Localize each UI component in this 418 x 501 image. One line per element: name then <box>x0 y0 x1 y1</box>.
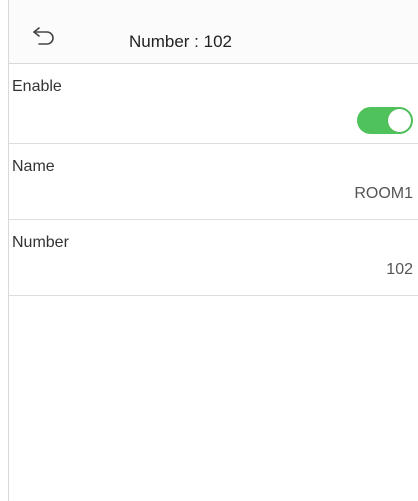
name-value: ROOM1 <box>354 185 413 202</box>
header-bar: Number : 102 <box>9 0 418 64</box>
number-row[interactable]: Number 102 <box>9 220 418 296</box>
enable-row[interactable]: Enable <box>9 64 418 144</box>
number-label: Number <box>12 234 69 251</box>
enable-label: Enable <box>12 78 62 95</box>
page-title: Number : 102 <box>129 32 232 51</box>
toggle-knob <box>388 109 411 132</box>
enable-toggle[interactable] <box>357 107 413 134</box>
name-row[interactable]: Name ROOM1 <box>9 144 418 220</box>
number-value: 102 <box>386 261 413 278</box>
name-label: Name <box>12 158 55 175</box>
back-icon[interactable] <box>31 24 57 46</box>
settings-screen: Number : 102 Enable Name ROOM1 Number 10… <box>8 0 418 501</box>
